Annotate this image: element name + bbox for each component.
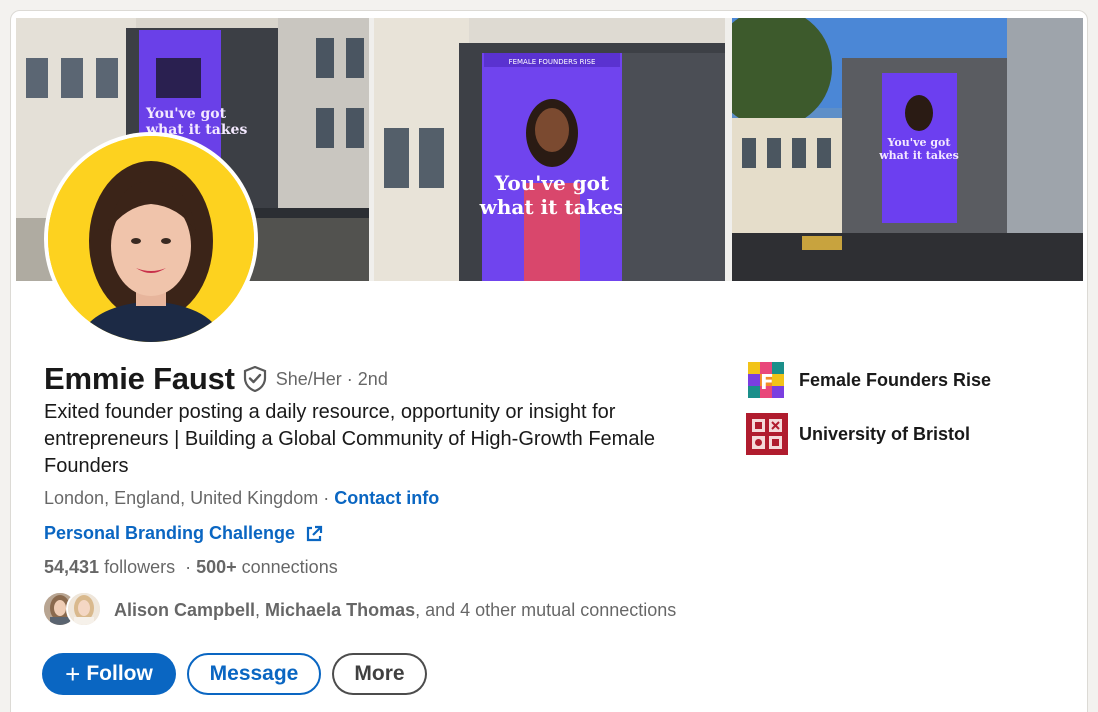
avatar	[48, 136, 254, 342]
svg-text:You've got: You've got	[145, 106, 227, 122]
followers-count: 54,431	[44, 557, 100, 577]
separator-dot: ·	[346, 368, 353, 389]
connections-count[interactable]: 500+	[196, 557, 237, 577]
current-company[interactable]: F Female Founders Rise	[746, 359, 991, 401]
plus-icon: +	[65, 659, 81, 689]
external-link-icon	[305, 525, 323, 543]
svg-text:You've got: You've got	[887, 136, 952, 149]
mutual-avatars	[42, 591, 104, 629]
svg-text:You've got: You've got	[494, 171, 610, 195]
mutual-name-1[interactable]: Alison Campbell	[114, 600, 255, 620]
website-link[interactable]: Personal Branding Challenge	[44, 523, 295, 544]
company-name[interactable]: Female Founders Rise	[799, 370, 991, 391]
contact-info-link[interactable]: Contact info	[334, 488, 439, 508]
svg-text:what it takes: what it takes	[878, 149, 959, 162]
connection-degree: 2nd	[357, 368, 388, 389]
stats-row: 54,431 followers · 500+ connections	[44, 557, 338, 578]
mutual-name-2[interactable]: Michaela Thomas	[265, 600, 415, 620]
location-row: London, England, United Kingdom · Contac…	[44, 488, 439, 509]
mutual-connections-text[interactable]: Alison Campbell, Michaela Thomas, and 4 …	[114, 600, 676, 621]
profile-name: Emmie Faust	[44, 361, 235, 396]
pronouns: She/Her	[275, 368, 342, 389]
mutual-rest: , and 4 other mutual connections	[415, 599, 677, 620]
follow-button[interactable]: + Follow	[42, 653, 176, 695]
university-of-bristol-logo-icon	[746, 413, 788, 455]
female-founders-rise-logo-icon: F	[746, 359, 788, 401]
profile-headline: Exited founder posting a daily resource,…	[44, 401, 656, 477]
more-button[interactable]: More	[332, 653, 427, 695]
banner-photo-3: You've got what it takes	[732, 18, 1083, 281]
name-row: Emmie Faust She/Her · 2nd	[44, 361, 388, 397]
followers-label: followers	[99, 557, 176, 577]
message-button[interactable]: Message	[187, 653, 321, 695]
follow-label: Follow	[86, 662, 153, 685]
profile-photo[interactable]	[44, 132, 258, 346]
verified-shield-icon[interactable]	[243, 365, 267, 393]
experience-education-summary: F Female Founders Rise University of Bri…	[746, 359, 991, 467]
action-buttons: + Follow Message More	[42, 653, 427, 695]
svg-text:what it takes: what it takes	[479, 195, 625, 219]
banner-photo-2: FEMALE FOUNDERS RISE You've got what it …	[374, 18, 725, 281]
svg-text:FEMALE FOUNDERS RISE: FEMALE FOUNDERS RISE	[509, 58, 596, 66]
stats-separator: ·	[175, 557, 197, 577]
connections-label[interactable]: connections	[237, 557, 338, 577]
profile-card: You've got what it takes FEMALE FOUNDERS…	[10, 10, 1088, 712]
education[interactable]: University of Bristol	[746, 413, 991, 455]
location: London, England, United Kingdom	[44, 488, 319, 508]
mutual-comma: ,	[255, 599, 266, 620]
website-row[interactable]: Personal Branding Challenge	[44, 523, 323, 544]
mutual-avatar-2	[66, 591, 102, 627]
location-separator: ·	[318, 488, 335, 508]
school-name[interactable]: University of Bristol	[799, 424, 970, 445]
svg-text:F: F	[760, 370, 774, 394]
mutual-connections[interactable]: Alison Campbell, Michaela Thomas, and 4 …	[42, 591, 676, 629]
